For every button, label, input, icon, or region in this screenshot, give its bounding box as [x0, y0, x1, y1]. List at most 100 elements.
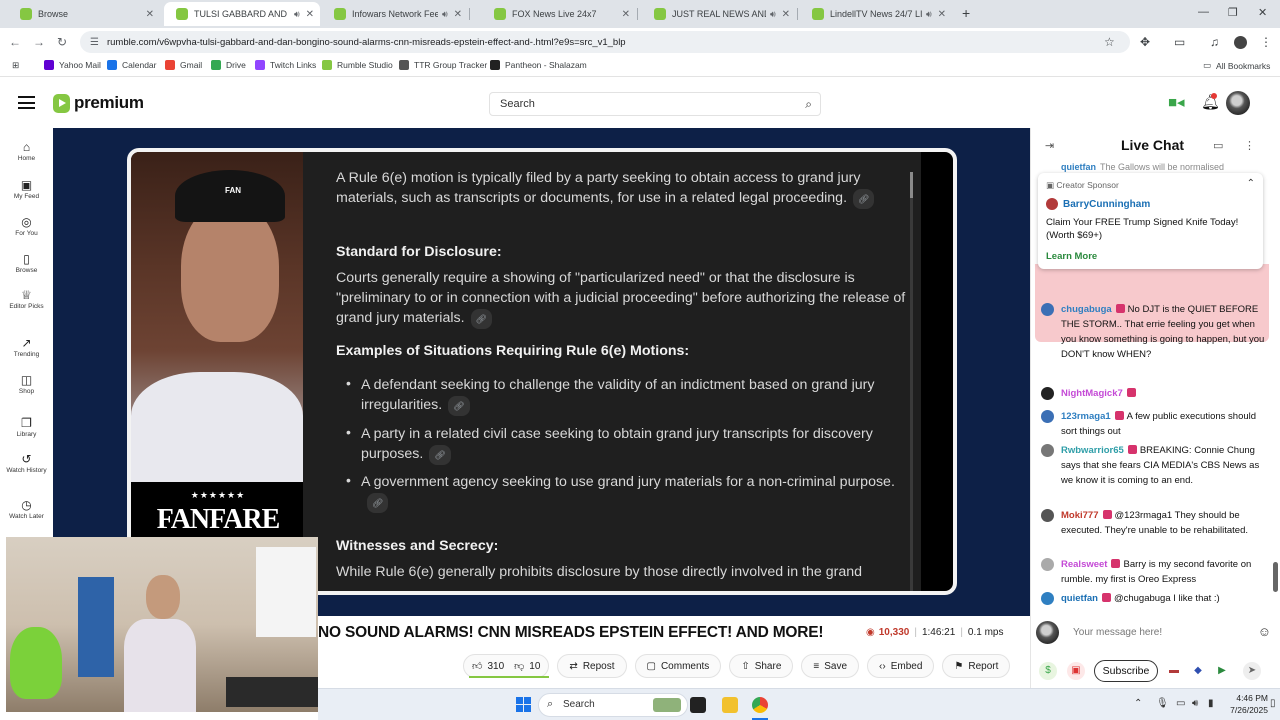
file-explorer-icon[interactable]: [722, 697, 738, 713]
chatter-name[interactable]: chugabuga: [1061, 304, 1112, 315]
windows-start-icon[interactable]: [516, 697, 531, 712]
apps-grid-icon[interactable]: ⊞: [12, 60, 19, 71]
chatter-name[interactable]: 123rmaga1: [1061, 411, 1111, 422]
media-icon[interactable]: ♫: [1210, 35, 1219, 49]
nav-item-watch-later[interactable]: ◷ Watch Later: [0, 498, 53, 520]
close-tab-icon[interactable]: ✕: [454, 9, 462, 20]
send-icon[interactable]: ➤: [1243, 662, 1261, 680]
extensions-icon[interactable]: ✥: [1140, 35, 1150, 49]
back-icon[interactable]: ←: [9, 35, 21, 49]
cast-icon[interactable]: ▭: [1174, 35, 1185, 49]
speaker-icon[interactable]: 🔊︎: [770, 9, 776, 20]
chat-scroll-thumb[interactable]: [1273, 562, 1278, 592]
chatter-avatar[interactable]: [1041, 444, 1054, 457]
close-tab-icon[interactable]: ✕: [306, 9, 314, 20]
bookmark-item[interactable]: Calendar: [107, 60, 157, 70]
subscribe-button[interactable]: Subscribe: [1094, 660, 1158, 682]
comments-button[interactable]: ▢ Comments: [634, 654, 722, 678]
close-tab-icon[interactable]: ✕: [782, 9, 790, 20]
chatter-avatar[interactable]: [1041, 410, 1054, 423]
microphone-icon[interactable]: 🎙︎: [1156, 698, 1169, 709]
menu-kebab-icon[interactable]: ⋮: [1260, 35, 1272, 49]
browser-tab[interactable]: TULSI GABBARD AND DAN🔊︎✕: [164, 2, 320, 26]
minimize-icon[interactable]: —: [1198, 6, 1209, 18]
sponsor-name[interactable]: BarryCunningham: [1046, 198, 1150, 210]
chatter-avatar[interactable]: [1041, 558, 1054, 571]
flag-emote-icon[interactable]: ▬: [1165, 662, 1183, 680]
bookmark-item[interactable]: Drive: [211, 60, 246, 70]
chatter-name[interactable]: quietfan: [1061, 593, 1098, 604]
collapse-chat-icon[interactable]: ⇥: [1045, 139, 1054, 152]
share-button[interactable]: ⇧ Share: [729, 654, 794, 678]
report-button[interactable]: ⚑ Report: [942, 654, 1011, 678]
taskbar-clock[interactable]: 4:46 PM 7/26/2025: [1218, 692, 1268, 716]
browser-tab[interactable]: Browse ✕: [8, 2, 160, 26]
rumble-emote-icon[interactable]: ▶: [1213, 662, 1231, 680]
profile-avatar[interactable]: [1234, 36, 1247, 49]
nav-item-home[interactable]: ⌂ Home: [0, 140, 53, 162]
nav-item-shop[interactable]: ◫ Shop: [0, 373, 53, 395]
chatter-avatar[interactable]: [1041, 387, 1054, 400]
chatter-name[interactable]: NightMagick7: [1061, 388, 1123, 399]
nav-item-for-you[interactable]: ◎ For You: [0, 215, 53, 237]
save-button[interactable]: ≡ Save: [801, 654, 860, 678]
user-avatar[interactable]: [1226, 91, 1250, 115]
hamburger-menu-icon[interactable]: [18, 96, 35, 109]
restore-icon[interactable]: ❐: [1228, 6, 1238, 19]
chatter-avatar[interactable]: [1041, 303, 1054, 316]
chat-options-icon[interactable]: ⋮: [1244, 139, 1255, 152]
like-count[interactable]: 310: [487, 661, 504, 672]
chat-scrollbar[interactable]: [1271, 162, 1280, 608]
nav-item-editor-picks[interactable]: ♕ Editor Picks: [0, 288, 53, 310]
nav-item-my-feed[interactable]: ▣ My Feed: [0, 178, 53, 200]
popout-chat-icon[interactable]: ▭: [1213, 139, 1223, 152]
go-live-camera-icon[interactable]: ■◂: [1168, 93, 1185, 111]
close-window-icon[interactable]: ✕: [1258, 6, 1267, 19]
browser-tab[interactable]: LindellTV News 24/7 LIVE S🔊︎✕: [800, 2, 952, 26]
volume-icon[interactable]: 🔊︎: [1192, 698, 1198, 709]
speaker-icon[interactable]: 🔊︎: [926, 9, 932, 20]
browser-tab[interactable]: FOX News Live 24x7 ✕: [482, 2, 636, 26]
chatter-avatar[interactable]: [1041, 509, 1054, 522]
taskbar-app-terminal-icon[interactable]: [690, 697, 706, 713]
site-info-icon[interactable]: ☰: [90, 37, 99, 48]
dislike-count[interactable]: 10: [529, 661, 540, 672]
rant-dollar-icon[interactable]: $: [1039, 662, 1057, 680]
thumbs-down-icon[interactable]: 👎︎: [514, 660, 524, 672]
chatter-name[interactable]: Realsweet: [1061, 559, 1107, 570]
close-tab-icon[interactable]: ✕: [146, 9, 154, 20]
speaker-icon[interactable]: 🔊︎: [294, 9, 300, 20]
repost-button[interactable]: ⇄ Repost: [557, 654, 627, 678]
speaker-icon[interactable]: 🔊︎: [442, 9, 448, 20]
embed-button[interactable]: ‹› Embed: [867, 654, 935, 678]
new-tab-button[interactable]: +: [962, 5, 970, 21]
close-tab-icon[interactable]: ✕: [938, 9, 946, 20]
all-bookmarks[interactable]: ▭ All Bookmarks: [1203, 60, 1270, 71]
address-bar[interactable]: ☰ rumble.com/v6wpvha-tulsi-gabbard-and-d…: [80, 31, 1130, 53]
close-tab-icon[interactable]: ✕: [622, 9, 630, 20]
chatter-name[interactable]: Moki777: [1061, 510, 1099, 521]
search-input[interactable]: Search ⌕: [489, 92, 821, 116]
bookmark-item[interactable]: Yahoo Mail: [44, 60, 101, 70]
chat-messages[interactable]: quietfan The Gallows will be normalised ▣…: [1031, 162, 1269, 608]
taskbar-search[interactable]: ⌕ Search: [538, 693, 688, 717]
badge-emote-icon[interactable]: ◆: [1189, 662, 1207, 680]
chrome-icon[interactable]: [752, 697, 768, 713]
chevron-up-icon[interactable]: ⌃: [1247, 178, 1255, 189]
nav-item-watch-history[interactable]: ↺ Watch History: [0, 452, 53, 474]
bookmark-star-icon[interactable]: ☆: [1104, 35, 1115, 49]
search-icon[interactable]: ⌕: [805, 97, 812, 112]
tray-chevron-icon[interactable]: ⌃: [1134, 698, 1142, 709]
browser-tab[interactable]: Infowars Network Feed: LIV🔊︎✕: [322, 2, 468, 26]
nav-item-browse[interactable]: ▯ Browse: [0, 252, 53, 274]
bookmark-item[interactable]: Pantheon - Shalazam: [490, 60, 587, 70]
browser-tab[interactable]: JUST REAL NEWS AND HOW🔊︎✕: [642, 2, 796, 26]
chatter-name[interactable]: Rwbwarrior65: [1061, 445, 1124, 456]
thumbs-up-icon[interactable]: 👍︎: [472, 660, 482, 672]
nav-item-library[interactable]: ❐ Library: [0, 416, 53, 438]
nav-item-trending[interactable]: ↗ Trending: [0, 336, 53, 358]
reload-icon[interactable]: ↻: [57, 35, 67, 49]
learn-more-link[interactable]: Learn More: [1046, 251, 1097, 262]
notifications-icon[interactable]: ▯: [1270, 698, 1276, 709]
network-icon[interactable]: ▭: [1176, 698, 1185, 709]
